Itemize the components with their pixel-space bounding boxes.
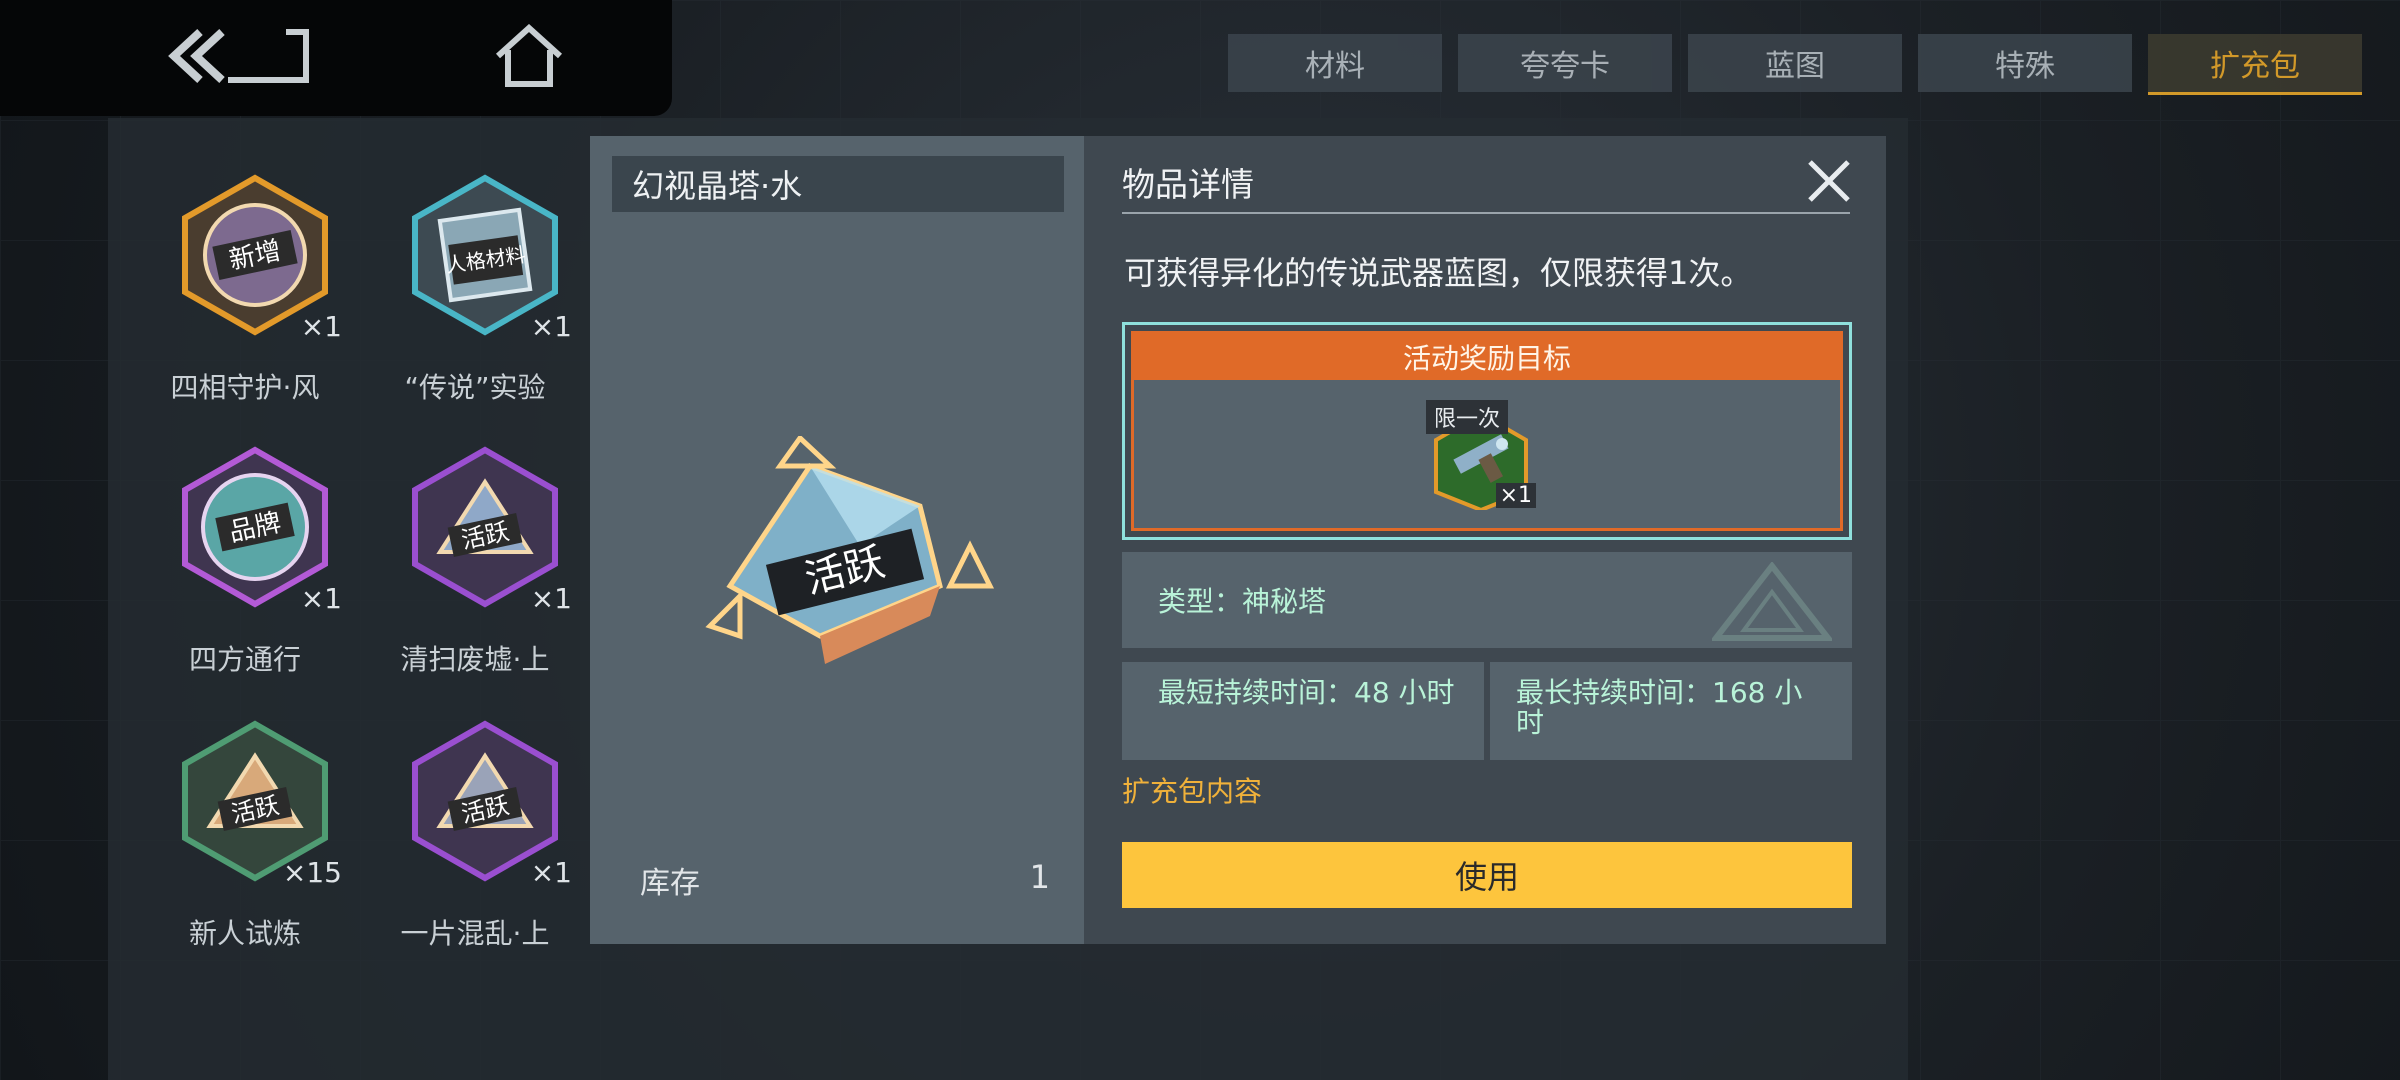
tab-special[interactable]: 特殊 [1918, 34, 2132, 92]
item-count: ×1 [300, 582, 342, 615]
title-divider [1122, 212, 1850, 214]
item-count: ×1 [530, 310, 572, 343]
inventory-item[interactable]: 活跃 ×15 新人试炼 [140, 706, 350, 950]
tab-praise-cards[interactable]: 夸夸卡 [1458, 34, 1672, 92]
stock-label: 库存 [640, 866, 700, 901]
item-label: 一片混乱·上 [400, 917, 550, 950]
inventory-item[interactable]: 活跃 ×1 一片混乱·上 [370, 706, 580, 950]
tower-watermark-icon [1712, 562, 1832, 641]
item-count: ×15 [282, 856, 342, 889]
item-preview-panel: 幻视晶塔·水 活跃 库存 1 [590, 136, 1084, 944]
item-detail-panel: 物品详情 可获得异化的传说武器蓝图，仅限获得1次。 活动奖励目标 限一次 ×1 … [1084, 136, 1886, 944]
top-nav [0, 0, 672, 116]
item-count: ×1 [530, 856, 572, 889]
item-description: 可获得异化的传说武器蓝图，仅限获得1次。 [1124, 254, 1753, 292]
item-label: 四方通行 [188, 643, 301, 676]
home-icon [495, 23, 563, 87]
double-chevron-back-icon [168, 29, 309, 83]
item-label: 清扫废墟·上 [400, 643, 550, 676]
inventory-item[interactable]: 品牌 ×1 四方通行 [140, 432, 350, 676]
use-button[interactable]: 使用 [1122, 842, 1852, 908]
pack-contents-link[interactable]: 扩充包内容 [1122, 770, 1262, 810]
expansion-pack-art: 活跃 [705, 436, 995, 664]
item-type-text: 类型：神秘塔 [1158, 585, 1327, 618]
back-button[interactable] [166, 26, 310, 86]
close-icon [1808, 160, 1850, 202]
item-type: 类型：神秘塔 [1122, 552, 1852, 648]
inventory-item[interactable]: 活跃 ×1 清扫废墟·上 [370, 432, 580, 676]
reward-target-box: 活动奖励目标 限一次 ×1 [1122, 322, 1852, 540]
item-label: 四相守护·风 [170, 371, 320, 404]
min-duration: 最短持续时间：48 小时 [1122, 662, 1484, 760]
inventory-item[interactable]: 新增 ×1 四相守护·风 [140, 160, 350, 404]
tab-expansion-packs[interactable]: 扩充包 [2148, 34, 2362, 95]
detail-title: 物品详情 [1122, 165, 1254, 204]
inventory-item[interactable]: 人格材料 ×1 “传说”实验 [370, 160, 580, 404]
item-count: ×1 [300, 310, 342, 343]
stock-value: 1 [1029, 858, 1050, 896]
reward-target-inner: 活动奖励目标 限一次 ×1 [1131, 331, 1843, 531]
category-tabs: 材料 夸夸卡 蓝图 特殊 扩充包 [1228, 34, 2362, 95]
item-label: 新人试炼 [188, 917, 301, 950]
item-count: ×1 [530, 582, 572, 615]
reward-item[interactable]: 限一次 ×1 [1426, 400, 1536, 513]
limit-once-tag: 限一次 [1426, 400, 1509, 434]
reward-count: ×1 [1495, 483, 1536, 508]
item-label: “传说”实验 [404, 371, 546, 404]
item-name: 幻视晶塔·水 [612, 156, 1064, 212]
home-button[interactable] [494, 23, 564, 90]
close-button[interactable] [1802, 154, 1856, 208]
max-duration: 最长持续时间：168 小时 [1490, 662, 1852, 760]
tab-materials[interactable]: 材料 [1228, 34, 1442, 92]
reward-header: 活动奖励目标 [1134, 334, 1840, 380]
tab-blueprints[interactable]: 蓝图 [1688, 34, 1902, 92]
